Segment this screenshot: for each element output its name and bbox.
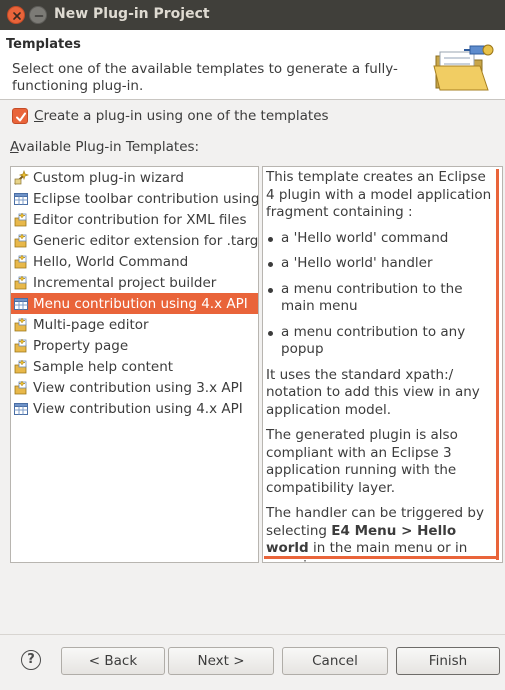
description-bullet: a 'Hello world' handler: [266, 255, 492, 273]
template-label: View contribution using 4.x API: [33, 400, 243, 417]
next-button[interactable]: Next >: [168, 647, 274, 675]
template-list-item[interactable]: View contribution using 3.x API: [11, 377, 258, 398]
minimize-icon: [34, 15, 44, 17]
template-label: Property page: [33, 337, 129, 354]
wizard-icon: [14, 169, 29, 185]
templates-list[interactable]: Custom plug-in wizard Eclipse toolbar con…: [10, 166, 259, 563]
use-template-checkbox[interactable]: [12, 108, 28, 124]
template-list-item[interactable]: Property page: [11, 335, 258, 356]
label-text: vailable Plug-in Templates:: [18, 139, 200, 155]
folder-wizard-icon: [433, 44, 494, 91]
description-intro: This template creates an Eclipse 4 plugi…: [266, 169, 492, 220]
template-label: Menu contribution using 4.x API: [33, 295, 248, 312]
cancel-button[interactable]: Cancel: [282, 647, 388, 675]
template-icon: [14, 358, 27, 373]
cancel-label: Cancel: [312, 653, 358, 669]
template-list-item[interactable]: Sample help content: [11, 356, 258, 377]
label-text: reate a plug-in using one of the templat…: [43, 108, 329, 124]
template-icon: [14, 211, 27, 226]
close-window-button[interactable]: [7, 6, 25, 24]
minimize-window-button[interactable]: [29, 6, 47, 24]
template-label: Custom plug-in wizard: [33, 169, 184, 186]
use-template-checkbox-row[interactable]: Create a plug-in using one of the templa…: [12, 108, 329, 124]
description-text: This template creates an Eclipse 4 plugi…: [266, 169, 492, 562]
close-icon: [13, 12, 21, 20]
back-label: < Back: [88, 653, 138, 669]
template-list-item[interactable]: Incremental project builder: [11, 272, 258, 293]
template-icon: [14, 379, 27, 394]
template-icon: [14, 232, 27, 247]
template-list-item[interactable]: Eclipse toolbar contribution using 4.x A…: [11, 188, 258, 209]
title-bar: New Plug-in Project: [0, 0, 505, 30]
description-bullet: a menu contribution to any popup: [266, 324, 492, 359]
description-para: It uses the standard xpath:/ notation to…: [266, 366, 480, 418]
table-icon: [14, 402, 28, 415]
template-icon: [14, 316, 27, 331]
page-title: Templates: [6, 37, 81, 52]
vertical-scrollbar[interactable]: [496, 169, 499, 560]
available-templates-label: Available Plug-in Templates:: [10, 139, 199, 155]
template-list-item[interactable]: Hello, World Command: [11, 251, 258, 272]
template-label: Generic editor extension for .target fil…: [33, 232, 259, 249]
description-bullet: a menu contribution to the main menu: [266, 281, 492, 316]
template-label: Multi-page editor: [33, 316, 149, 333]
wizard-header: Templates Select one of the available te…: [0, 30, 505, 100]
template-label: Hello, World Command: [33, 253, 189, 270]
next-label: Next >: [197, 653, 245, 669]
template-list-item[interactable]: Custom plug-in wizard: [11, 167, 258, 188]
template-label: Sample help content: [33, 358, 174, 375]
template-label: Editor contribution for XML files: [33, 211, 247, 228]
template-list-item[interactable]: Menu contribution using 4.x API: [11, 293, 258, 314]
template-list-item[interactable]: Multi-page editor: [11, 314, 258, 335]
use-template-label[interactable]: Create a plug-in using one of the templa…: [34, 108, 329, 124]
checkmark-icon: [16, 112, 26, 122]
template-description-panel[interactable]: This template creates an Eclipse 4 plugi…: [262, 166, 503, 563]
page-description: Select one of the available templates to…: [12, 61, 398, 94]
finish-label: Finish: [428, 653, 468, 669]
table-icon: [14, 297, 28, 310]
finish-button[interactable]: Finish: [396, 647, 500, 675]
template-icon: [14, 274, 27, 289]
window-title: New Plug-in Project: [54, 6, 210, 22]
template-list-item[interactable]: Generic editor extension for .target fil…: [11, 230, 258, 251]
horizontal-scrollbar[interactable]: [264, 556, 497, 559]
back-button[interactable]: < Back: [61, 647, 165, 675]
template-list-item[interactable]: View contribution using 4.x API: [11, 398, 258, 419]
description-bullet: a 'Hello world' command: [266, 230, 492, 248]
template-label: Incremental project builder: [33, 274, 217, 291]
template-label: Eclipse toolbar contribution using 4.x A…: [33, 190, 259, 207]
template-list-item[interactable]: Editor contribution for XML files: [11, 209, 258, 230]
table-icon: [14, 192, 28, 205]
template-icon: [14, 253, 27, 268]
description-para: The generated plugin is also compliant w…: [266, 427, 458, 496]
template-label: View contribution using 3.x API: [33, 379, 243, 396]
footer-separator: [0, 634, 505, 635]
help-button[interactable]: ?: [21, 650, 41, 670]
description-para: The handler can be triggered by selectin…: [266, 505, 492, 562]
template-icon: [14, 337, 27, 352]
